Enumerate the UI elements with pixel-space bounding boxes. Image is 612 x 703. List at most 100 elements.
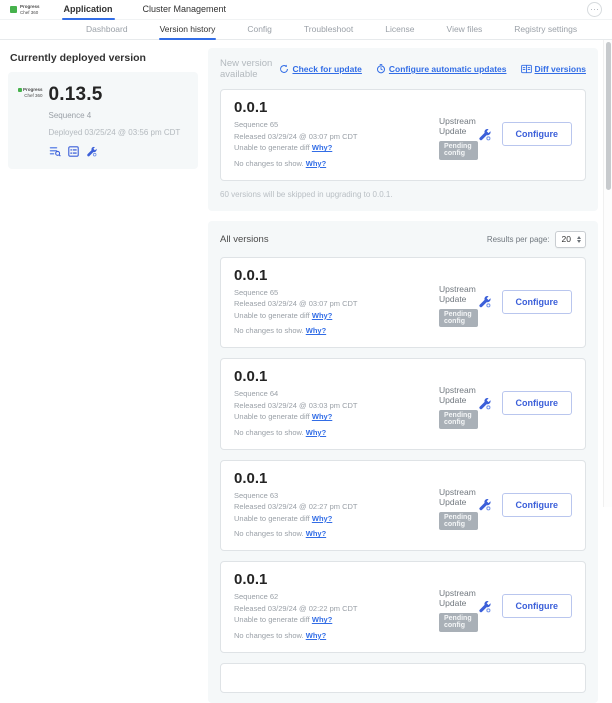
app-logo-icon [18, 88, 22, 92]
deployed-card: Progress Chef 360 0.13.5 Sequence 4 Depl… [8, 72, 198, 169]
new-version-card-list: 0.0.1 Sequence 65 Released 03/29/24 @ 03… [220, 89, 586, 181]
top-tab-cluster-management[interactable]: Cluster Management [141, 0, 229, 20]
changes-why-link[interactable]: Why? [306, 428, 326, 437]
version-source: Upstream Update [439, 116, 478, 136]
tab-registry-settings[interactable]: Registry settings [513, 19, 578, 40]
version-released: Released 03/29/24 @ 02:22 pm CDT [234, 603, 439, 615]
version-source: Upstream Update [439, 284, 478, 304]
status-badge: Pending config [439, 410, 478, 429]
configure-button[interactable]: Configure [502, 290, 573, 314]
scrollbar-thumb[interactable] [606, 42, 611, 190]
status-badge: Pending config [439, 512, 478, 531]
changes-text: No changes to show. [234, 326, 304, 335]
brand-logo-text: Progress Chef 360 [20, 4, 40, 15]
status-badge: Pending config [439, 309, 478, 328]
version-row: 0.0.1 Sequence 63 Released 03/29/24 @ 02… [220, 460, 586, 552]
refresh-icon [279, 64, 289, 74]
deployed-date: Deployed 03/25/24 @ 03:56 pm CDT [49, 128, 181, 137]
tab-config[interactable]: Config [246, 19, 273, 40]
ellipsis-icon[interactable]: ⋯ [587, 2, 602, 17]
version-number: 0.0.1 [234, 470, 439, 487]
results-per-page-select[interactable]: 20 [555, 231, 586, 248]
skip-note: 60 versions will be skipped in upgrading… [220, 190, 586, 199]
tab-dashboard[interactable]: Dashboard [85, 19, 129, 40]
app-logo: Progress Chef 360 [18, 84, 43, 157]
new-version-panel: New version available Check for update C… [208, 48, 598, 211]
edit-config-wrench-icon[interactable] [478, 295, 491, 308]
configure-button[interactable]: Configure [502, 594, 573, 618]
diff-why-link[interactable]: Why? [312, 143, 332, 152]
clock-icon [376, 64, 386, 74]
changes-why-link[interactable]: Why? [306, 326, 326, 335]
version-row: 0.0.1 Sequence 65 Released 03/29/24 @ 03… [220, 257, 586, 349]
changes-text: No changes to show. [234, 428, 304, 437]
version-number: 0.0.1 [234, 99, 439, 116]
version-row: 0.0.1 Sequence 65 Released 03/29/24 @ 03… [220, 89, 586, 181]
version-released: Released 03/29/24 @ 03:07 pm CDT [234, 131, 439, 143]
all-versions-panel: All versions Results per page: 20 0.0.1 … [208, 221, 598, 703]
status-badge: Pending config [439, 141, 478, 160]
edit-config-wrench-icon[interactable] [478, 397, 491, 410]
new-version-title: New version available [220, 58, 279, 80]
diff-why-link[interactable]: Why? [312, 412, 332, 421]
version-sequence: Sequence 65 [234, 119, 439, 131]
edit-config-wrench-icon[interactable] [478, 600, 491, 613]
version-source: Upstream Update [439, 385, 478, 405]
checklist-icon[interactable] [68, 146, 79, 157]
tab-view-files[interactable]: View files [446, 19, 484, 40]
status-badge: Pending config [439, 613, 478, 632]
tab-troubleshoot[interactable]: Troubleshoot [303, 19, 354, 40]
changes-text: No changes to show. [234, 631, 304, 640]
select-stepper-icon [577, 236, 581, 243]
changes-text: No changes to show. [234, 529, 304, 538]
diff-status-text: Unable to generate diff [234, 311, 310, 320]
version-sequence: Sequence 62 [234, 591, 439, 603]
deployed-title: Currently deployed version [10, 52, 198, 64]
configure-button[interactable]: Configure [502, 493, 573, 517]
diff-why-link[interactable]: Why? [312, 514, 332, 523]
all-versions-title: All versions [220, 234, 269, 245]
diff-status-text: Unable to generate diff [234, 615, 310, 624]
diff-status-text: Unable to generate diff [234, 143, 310, 152]
edit-config-wrench-icon[interactable] [478, 498, 491, 511]
tab-license[interactable]: License [384, 19, 415, 40]
changes-why-link[interactable]: Why? [306, 159, 326, 168]
version-row: 0.0.1 Sequence 64 Released 03/29/24 @ 03… [220, 358, 586, 450]
content-area: Currently deployed version Progress Chef… [0, 40, 612, 703]
version-row-partial [220, 663, 586, 693]
changes-why-link[interactable]: Why? [306, 631, 326, 640]
version-source: Upstream Update [439, 487, 478, 507]
top-nav: Progress Chef 360 Application Cluster Ma… [0, 0, 612, 20]
version-sequence: Sequence 64 [234, 388, 439, 400]
configure-button[interactable]: Configure [502, 391, 573, 415]
check-for-update-link[interactable]: Check for update [279, 64, 361, 74]
top-tab-application[interactable]: Application [62, 0, 115, 20]
version-number: 0.0.1 [234, 267, 439, 284]
version-source: Upstream Update [439, 588, 478, 608]
diff-status-text: Unable to generate diff [234, 514, 310, 523]
brand-logo: Progress Chef 360 [10, 4, 40, 15]
diff-status-text: Unable to generate diff [234, 412, 310, 421]
deployed-version-panel: Currently deployed version Progress Chef… [8, 48, 198, 169]
diff-versions-link[interactable]: Diff versions [521, 64, 587, 74]
deployed-version-number: 0.13.5 [49, 84, 181, 106]
version-sequence: Sequence 63 [234, 490, 439, 502]
changes-why-link[interactable]: Why? [306, 529, 326, 538]
diff-why-link[interactable]: Why? [312, 615, 332, 624]
sub-nav: Dashboard Version history Config Trouble… [0, 20, 612, 40]
file-search-icon[interactable] [49, 146, 61, 157]
configure-button[interactable]: Configure [502, 122, 573, 146]
tab-version-history[interactable]: Version history [159, 19, 217, 40]
version-row-list: 0.0.1 Sequence 65 Released 03/29/24 @ 03… [220, 257, 586, 653]
results-per-page-label: Results per page: [487, 235, 550, 244]
diff-why-link[interactable]: Why? [312, 311, 332, 320]
configure-automatic-updates-link[interactable]: Configure automatic updates [376, 64, 507, 74]
wrench-icon[interactable] [86, 146, 97, 157]
brand-logo-icon [10, 6, 17, 13]
deployed-sequence: Sequence 4 [49, 111, 181, 120]
edit-config-wrench-icon[interactable] [478, 128, 491, 141]
version-sequence: Sequence 65 [234, 287, 439, 299]
diff-icon [521, 64, 532, 74]
version-row: 0.0.1 Sequence 62 Released 03/29/24 @ 02… [220, 561, 586, 653]
version-number: 0.0.1 [234, 368, 439, 385]
